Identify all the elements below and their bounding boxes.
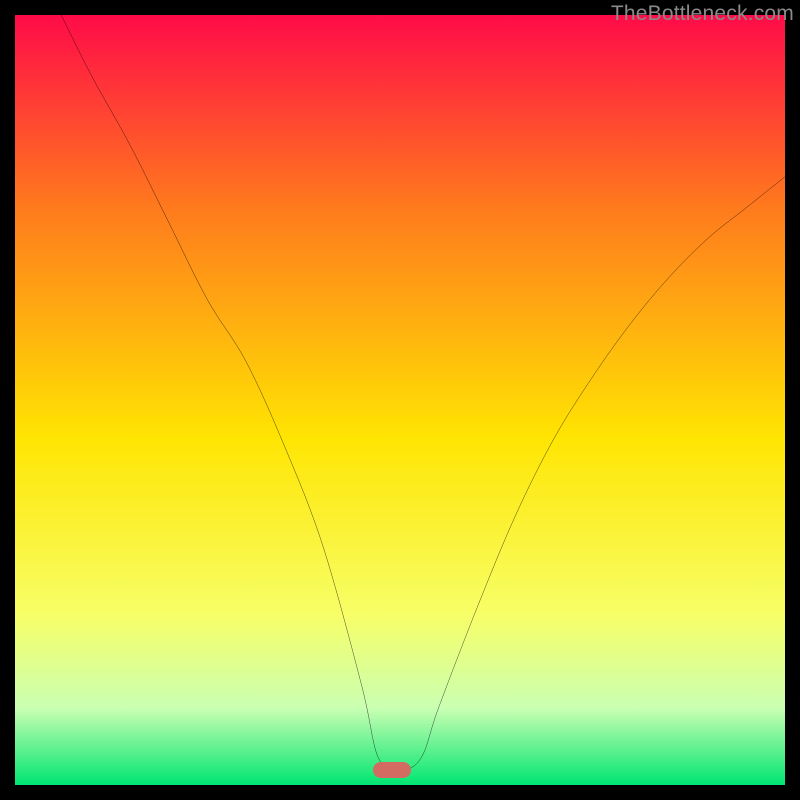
plot-area xyxy=(15,15,785,785)
chart-frame: TheBottleneck.com xyxy=(0,0,800,800)
bottleneck-curve xyxy=(15,15,785,785)
bottleneck-marker xyxy=(373,762,411,778)
watermark-text: TheBottleneck.com xyxy=(611,2,794,26)
